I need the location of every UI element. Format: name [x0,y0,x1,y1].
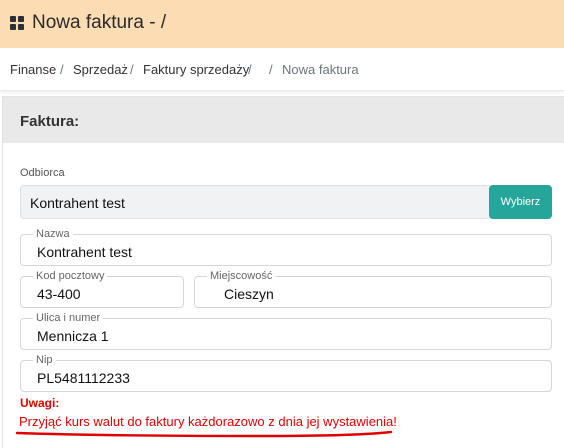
card-title: Faktura: [20,113,80,130]
postal-code-label: Kod pocztowy [33,269,108,283]
street-value: Mennicza 1 [37,328,109,344]
street-label: Ulica i numer [33,311,104,325]
select-recipient-button[interactable]: Wybierz [489,185,552,219]
street-field[interactable]: Ulica i numer Mennicza 1 [20,311,552,350]
name-label: Nazwa [33,227,73,241]
breadcrumb-item-faktury-sprzedazy[interactable]: Faktury sprzedaży [143,62,249,77]
breadcrumb-item-finanse[interactable]: Finanse [10,62,56,77]
postal-code-value: 43-400 [37,286,81,302]
breadcrumb-item-sprzedaz[interactable]: Sprzedaż [73,62,128,77]
nip-value: PL5481112233 [37,370,130,386]
recipient-value: Kontrahent test [30,195,125,211]
breadcrumb-separator: / [269,62,273,77]
city-value: Cieszyn [224,286,274,302]
notes-label: Uwagi: [20,396,60,410]
notes-underline [15,430,393,438]
recipient-label: Odbiorca [20,167,65,179]
breadcrumb: Finanse / Sprzedaż / Faktury sprzedaży /… [0,48,564,91]
name-value: Kontrahent test [37,244,132,260]
breadcrumb-separator: / [248,62,252,77]
notes-text: Przyjąć kurs walut do faktury każdorazow… [19,414,397,429]
name-field[interactable]: Nazwa Kontrahent test [20,227,552,266]
nip-field[interactable]: Nip PL5481112233 [20,353,552,392]
grid-icon [10,16,24,30]
postal-code-field[interactable]: Kod pocztowy 43-400 [20,269,184,308]
nip-label: Nip [33,353,56,367]
breadcrumb-separator: / [60,62,64,77]
breadcrumb-separator: / [130,62,134,77]
app-header: Nowa faktura - / [0,0,564,48]
city-field[interactable]: Miejscowość Cieszyn [194,269,552,308]
page-title: Nowa faktura - / [32,12,167,33]
city-label: Miejscowość [207,269,276,283]
breadcrumb-item-current: Nowa faktura [282,62,359,77]
card-header: Faktura: [3,97,564,143]
recipient-field[interactable]: Kontrahent test [20,185,492,219]
